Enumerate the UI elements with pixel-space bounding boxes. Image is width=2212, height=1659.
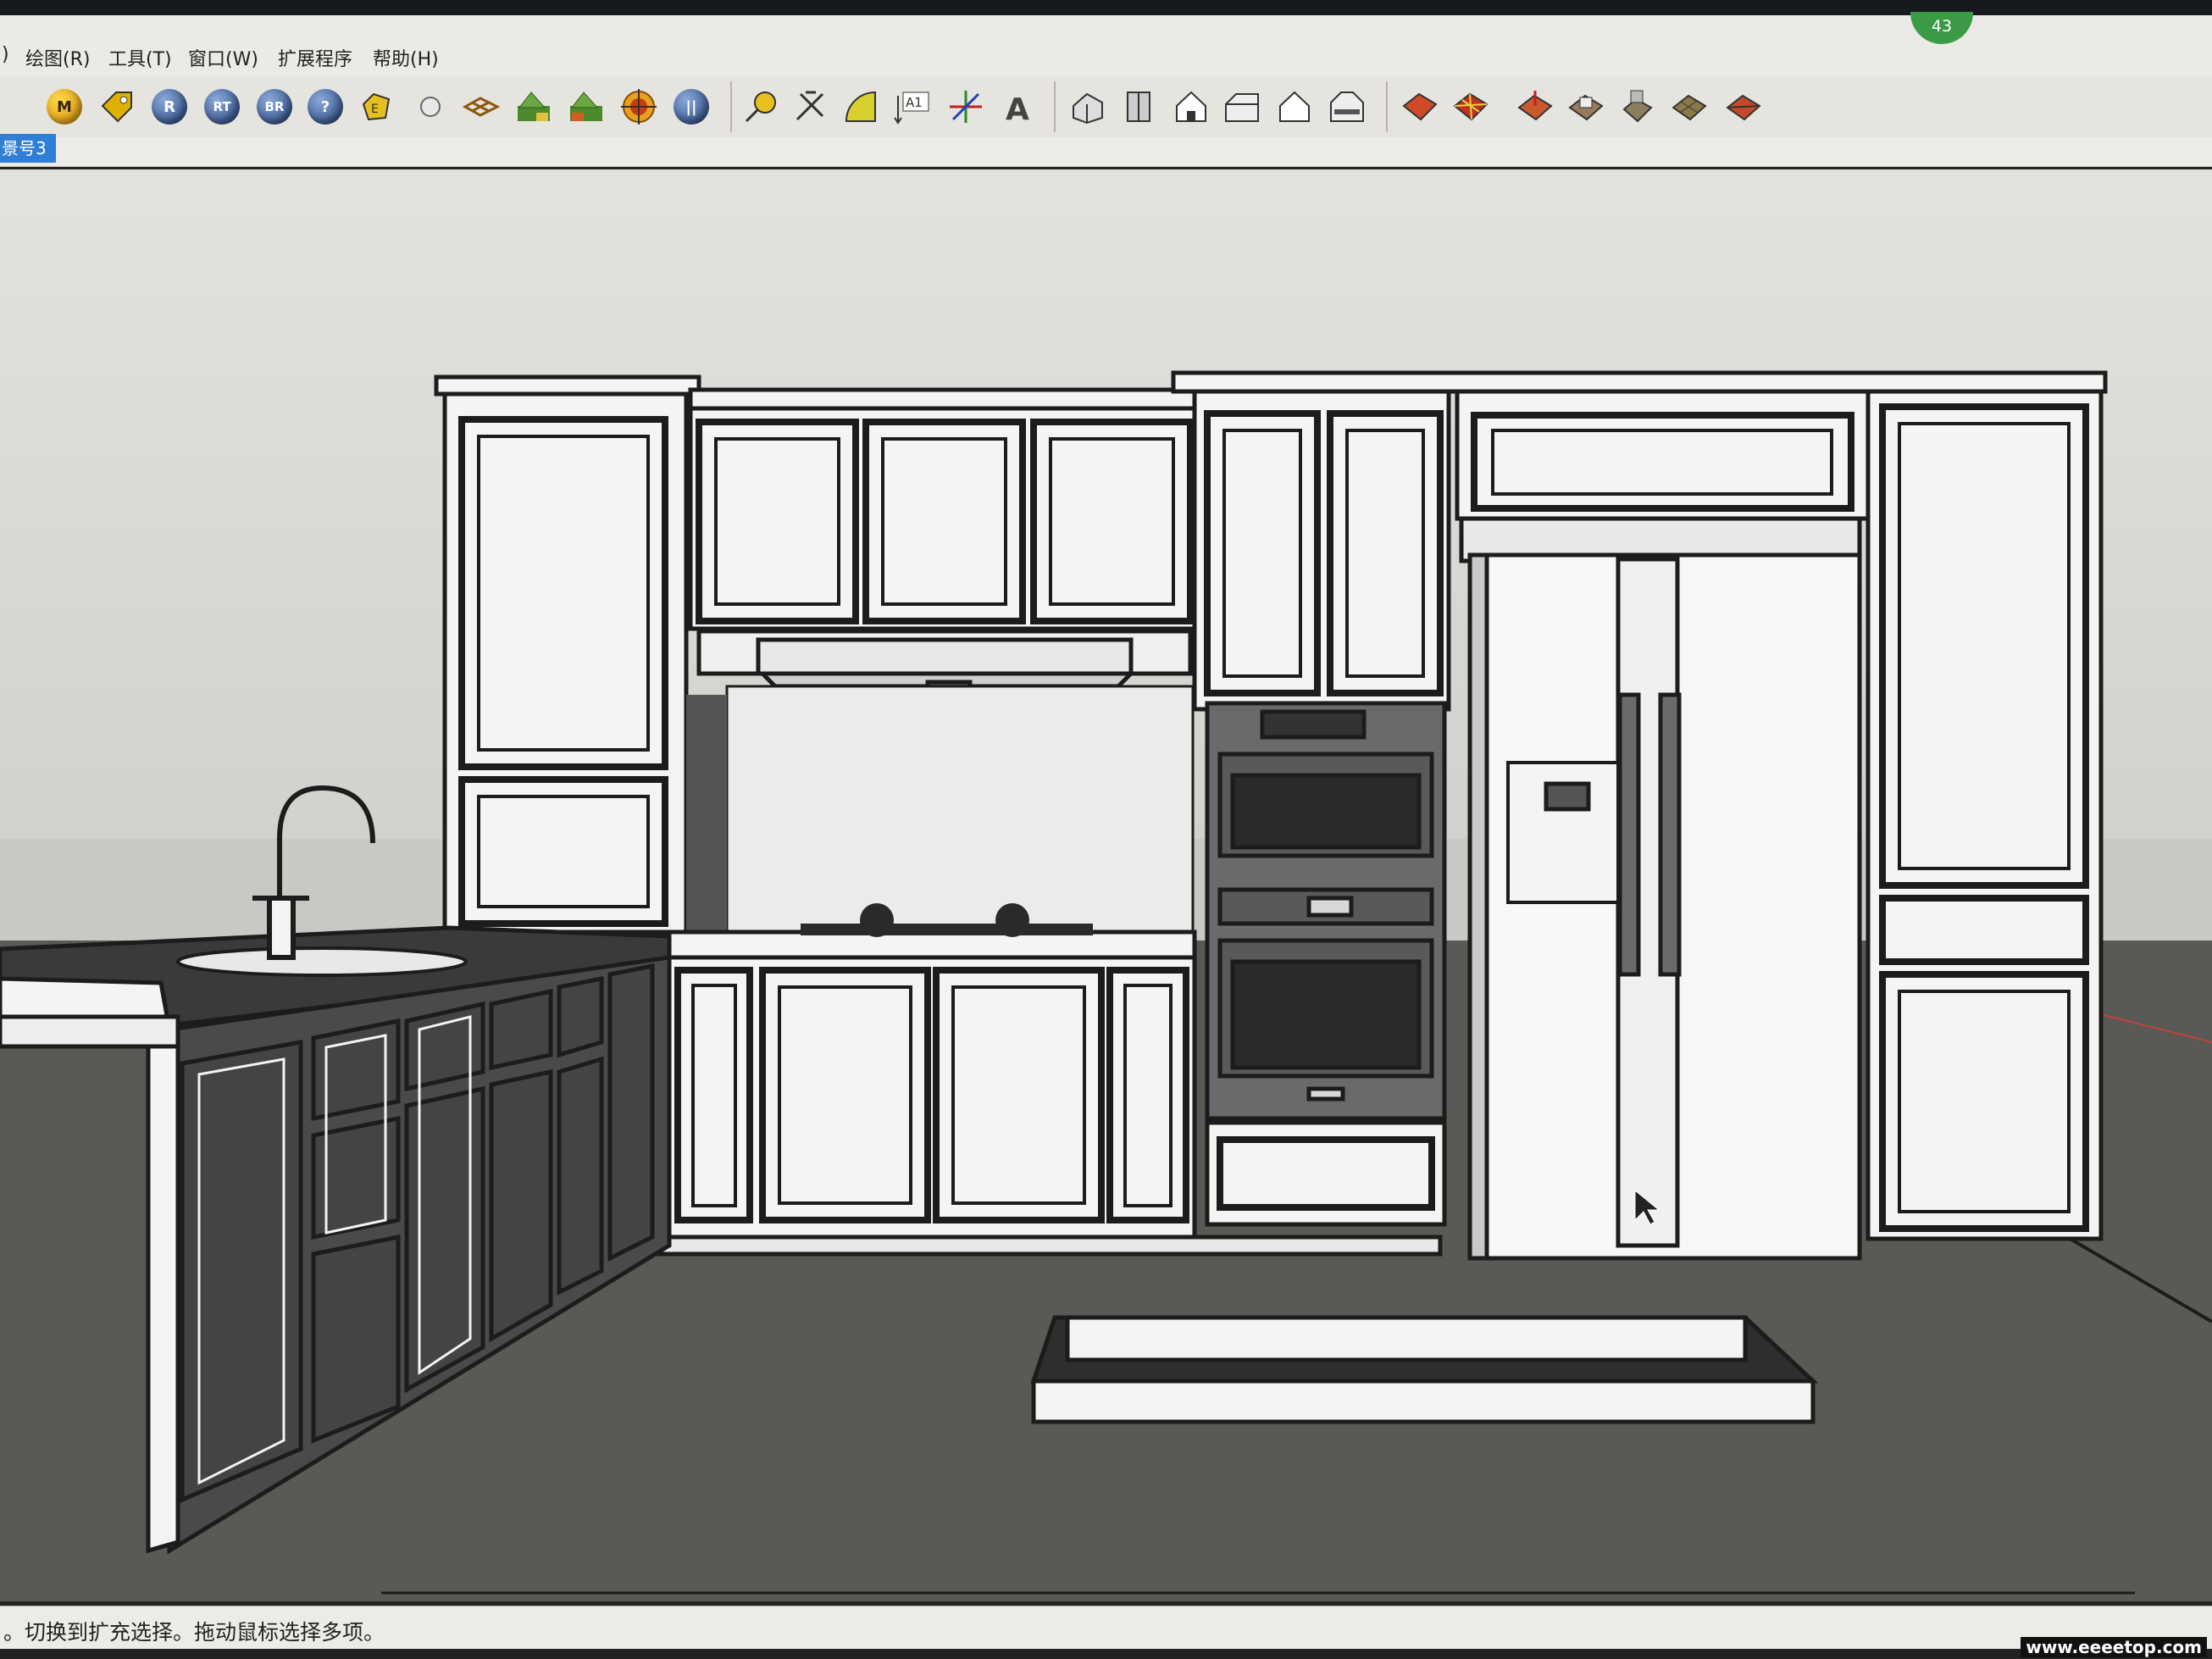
menu-item-help[interactable]: 帮助(H) bbox=[373, 44, 439, 71]
watermark: www.eeeetop.com bbox=[2021, 1637, 2207, 1657]
range-hood bbox=[696, 629, 1193, 695]
refrigerator bbox=[1467, 552, 1862, 1261]
target-icon-glyph bbox=[621, 89, 657, 125]
m-ball-icon[interactable]: M bbox=[42, 85, 86, 129]
iso-view-icon-glyph bbox=[1073, 92, 1103, 125]
grid-icon[interactable] bbox=[459, 85, 503, 129]
text-tool-icon-label: A1 bbox=[906, 95, 923, 110]
top-view-icon-glyph bbox=[1127, 92, 1150, 122]
toolbar-separator bbox=[1054, 81, 1056, 132]
add-detail-icon[interactable] bbox=[1667, 85, 1711, 129]
axes-icon-glyph bbox=[950, 91, 982, 123]
dimension-icon[interactable] bbox=[788, 85, 832, 129]
tape-measure-icon[interactable] bbox=[739, 85, 783, 129]
front-view-icon[interactable] bbox=[1169, 85, 1213, 129]
tall-cabinet-right bbox=[1866, 389, 2104, 1241]
stamp-icon-glyph bbox=[1568, 94, 1604, 121]
menu-item-draw[interactable]: 绘图(R) bbox=[25, 44, 90, 71]
tape-measure-icon-glyph bbox=[745, 92, 776, 123]
iso-view-icon[interactable] bbox=[1066, 85, 1110, 129]
top-view-icon[interactable] bbox=[1117, 85, 1161, 129]
double-oven bbox=[1205, 701, 1447, 1121]
tall-pantry-left bbox=[434, 375, 701, 935]
menu-item-extensions[interactable]: 扩展程序 bbox=[278, 44, 352, 71]
backsplash bbox=[725, 685, 1195, 934]
protractor-icon[interactable] bbox=[839, 85, 883, 129]
landscape-icon-glyph bbox=[518, 92, 550, 121]
smoove-icon[interactable] bbox=[1513, 85, 1557, 129]
menu-item-window[interactable]: 窗口(W) bbox=[188, 44, 258, 71]
target-icon[interactable] bbox=[617, 85, 661, 129]
tag-icon-glyph bbox=[101, 92, 132, 123]
right-view-icon[interactable] bbox=[1220, 85, 1264, 129]
add-detail-icon-glyph bbox=[1671, 94, 1707, 121]
top-edge bbox=[0, 0, 2212, 15]
menu-bar: ) 绘图(R) 工具(T) 窗口(W) 扩展程序 帮助(H) bbox=[0, 15, 2212, 77]
r-ball-icon[interactable]: R bbox=[147, 85, 191, 129]
br-ball-icon-face: BR bbox=[257, 89, 292, 125]
landscape-icon[interactable] bbox=[512, 85, 556, 129]
oven-tower-base bbox=[1205, 1120, 1447, 1227]
rt-ball-icon-face: RT bbox=[204, 89, 240, 125]
left-view-icon-glyph bbox=[1330, 92, 1364, 122]
left-view-icon[interactable] bbox=[1325, 85, 1369, 129]
m-ball-icon-face: M bbox=[47, 89, 82, 125]
sphere-icon-glyph bbox=[420, 97, 441, 117]
sandbox-scratch-icon-glyph bbox=[1453, 92, 1489, 121]
flip-edge-icon[interactable] bbox=[1721, 85, 1766, 129]
back-view-icon-glyph bbox=[1279, 91, 1310, 122]
3d-text-icon-label: A bbox=[1006, 92, 1029, 126]
landscape-edit-icon[interactable] bbox=[564, 85, 608, 129]
drape-icon[interactable] bbox=[1615, 85, 1659, 129]
pause-icon[interactable]: || bbox=[669, 85, 713, 129]
3d-text-icon-glyph: A bbox=[1006, 92, 1029, 126]
3d-text-icon[interactable]: A bbox=[995, 85, 1039, 129]
upper-cabinets-center bbox=[688, 387, 1197, 631]
smoove-icon-glyph bbox=[1517, 91, 1553, 121]
tag-icon[interactable] bbox=[95, 85, 139, 129]
landscape-edit-icon-glyph bbox=[570, 92, 602, 121]
sink-basin bbox=[176, 946, 468, 977]
grid-icon-glyph bbox=[462, 97, 501, 117]
dimension-icon-glyph bbox=[796, 91, 824, 121]
drape-icon-glyph bbox=[1622, 90, 1653, 123]
toolbar-separator bbox=[1386, 81, 1388, 132]
floor-step bbox=[1030, 1315, 1819, 1424]
axes-icon[interactable] bbox=[944, 85, 988, 129]
back-view-icon[interactable] bbox=[1272, 85, 1317, 129]
rt-ball-icon[interactable]: RT bbox=[200, 85, 244, 129]
sphere-icon[interactable] bbox=[408, 85, 452, 129]
menu-item-tools[interactable]: 工具(T) bbox=[108, 44, 172, 71]
toolbar-separator bbox=[730, 81, 732, 132]
sandbox-contours-icon-glyph bbox=[1402, 92, 1438, 121]
help-ball-icon-face: ? bbox=[308, 89, 343, 125]
text-tool-icon[interactable]: A1 bbox=[890, 85, 934, 129]
scene-tabs-bar bbox=[0, 137, 2212, 167]
label-tag-icon[interactable]: E bbox=[354, 85, 398, 129]
status-text: 。切换到扩充选择。拖动鼠标选择多项。 bbox=[3, 1620, 385, 1645]
svg-text:E: E bbox=[371, 103, 379, 116]
pantry-side-shadow bbox=[686, 695, 727, 932]
refrigerator-surround bbox=[1455, 389, 1871, 563]
model-viewport[interactable] bbox=[0, 169, 2212, 1601]
label-tag-icon-glyph: E bbox=[362, 92, 391, 121]
r-ball-icon-face: R bbox=[152, 89, 187, 125]
help-ball-icon[interactable]: ? bbox=[303, 85, 347, 129]
text-tool-icon-glyph: A1 bbox=[894, 92, 929, 125]
pause-icon-face: || bbox=[674, 89, 709, 125]
front-view-icon-glyph bbox=[1176, 91, 1206, 122]
sandbox-scratch-icon[interactable] bbox=[1449, 85, 1493, 129]
right-view-icon-glyph bbox=[1225, 93, 1259, 122]
sandbox-contours-icon[interactable] bbox=[1398, 85, 1442, 129]
br-ball-icon[interactable]: BR bbox=[252, 85, 297, 129]
scene-tab[interactable]: 景号3 bbox=[0, 134, 56, 163]
protractor-icon-glyph bbox=[845, 91, 876, 122]
stamp-icon[interactable] bbox=[1564, 85, 1608, 129]
flip-edge-icon-glyph bbox=[1726, 94, 1761, 121]
menu-item-fragment[interactable]: ) bbox=[2, 44, 9, 65]
